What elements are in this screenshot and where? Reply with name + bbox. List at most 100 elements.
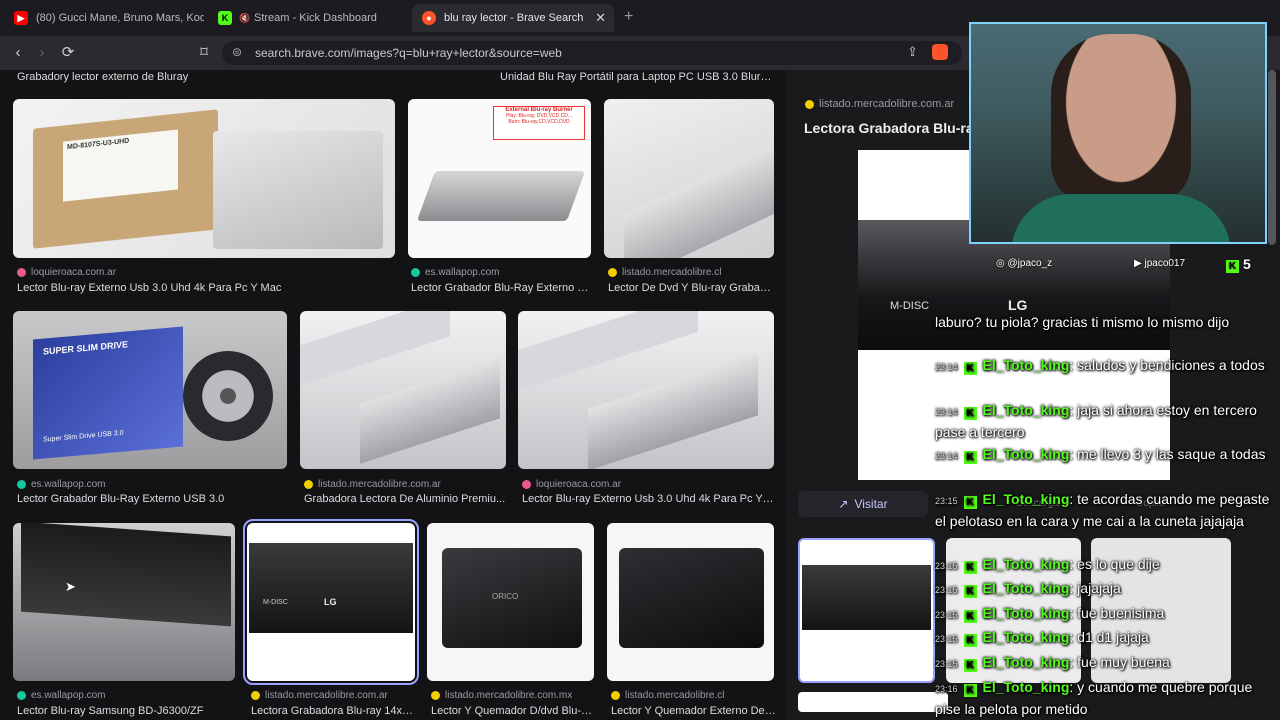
burner-label: External Blu-ray Burner Play: Blu-ray, D… <box>493 106 585 140</box>
close-tab-icon[interactable]: ✕ <box>595 10 606 26</box>
result-source: loquieroaca.com.ar <box>17 267 116 278</box>
new-tab-button[interactable]: + <box>624 8 633 26</box>
chat-message: 23:16 K El_Toto_king: y cuando me quebre p… <box>935 677 1280 719</box>
bookmark-icon[interactable]: ⌑ <box>195 44 213 62</box>
chat-text: : saludos y bendiciones a todos <box>1069 357 1265 373</box>
lg-logo-text: LG <box>324 597 337 607</box>
result-image[interactable] <box>604 99 774 258</box>
ig-handle-text: @jpaco_z <box>1007 258 1053 269</box>
streamer-face <box>1051 34 1191 204</box>
laptop-keys <box>518 311 698 391</box>
tab-label: blu ray lector - Brave Search <box>444 12 584 24</box>
result-image[interactable]: MD-8107S-U3-UHD <box>13 99 395 258</box>
image-results: Grabadory lector externo de Bluray Unida… <box>0 70 785 720</box>
chat-message: 23:15 K El_Toto_king: te acordas cuando me… <box>935 489 1280 531</box>
site-favicon-icon <box>805 99 814 109</box>
kick-icon: K <box>1226 260 1239 273</box>
mdisc-text: M-DISC <box>263 599 288 606</box>
site-favicon-icon <box>611 691 620 700</box>
chat-time: 23:15 <box>935 561 958 571</box>
lg-logo-text: LG <box>1008 297 1028 313</box>
chat-message: 23:15 K El_Toto_king: fue buenisima <box>935 603 1280 625</box>
drive-shape <box>588 353 758 469</box>
result-title[interactable]: Lector De Dvd Y Blu-ray Grabado... <box>608 282 776 294</box>
kick-icon: K <box>963 634 977 647</box>
chat-time: 23:15 <box>935 634 958 644</box>
result-title[interactable]: Unidad Blu Ray Portátil para Laptop PC U… <box>500 71 775 83</box>
panel-title: Lectora Grabadora Blu-ray <box>804 120 982 136</box>
result-source: listado.mercadolibre.com.ar <box>251 690 388 701</box>
result-title[interactable]: Lectora Grabadora Blu-ray 14x L... <box>251 705 415 717</box>
source-text: listado.mercadolibre.com.mx <box>445 690 573 701</box>
tab-kick[interactable]: K 🔇 Stream - Kick Dashboard <box>208 4 408 32</box>
chat-text: : fue buenisima <box>1069 605 1165 621</box>
result-title[interactable]: Lector Y Quemador D/dvd Blu-ra... <box>431 705 594 717</box>
result-source: listado.mercadolibre.cl <box>608 267 722 278</box>
tab-label: (80) Gucci Mane, Bruno Mars, Kodak <box>36 12 204 24</box>
chat-text: : es lo que dije <box>1069 556 1160 572</box>
chat-user: El_Toto_king <box>982 629 1070 645</box>
result-image[interactable] <box>518 311 774 469</box>
source-text: listado.mercadolibre.com.ar <box>265 690 388 701</box>
share-icon[interactable]: ⇪ <box>907 44 918 60</box>
result-image[interactable]: SUPER SLIM DRIVE Super Slim Drive USB 3.… <box>13 311 287 469</box>
player-shape <box>21 523 231 627</box>
chat-message: 23:14 K El_Toto_king: me llevo 3 y las saq… <box>935 444 1280 466</box>
lg-drive-shape <box>802 565 931 630</box>
result-source: loquieroaca.com.ar <box>522 479 621 490</box>
result-title[interactable]: Lector Y Quemador Externo De ... <box>611 705 776 717</box>
result-image[interactable] <box>607 523 774 681</box>
chat-time: 23:14 <box>935 451 958 461</box>
result-image[interactable]: ORICO <box>427 523 594 681</box>
laptop-keys <box>300 311 450 386</box>
forward-button[interactable]: › <box>33 44 51 62</box>
chat-user: El_Toto_king <box>982 654 1070 670</box>
mute-icon: 🔇 <box>239 12 251 23</box>
url-text: search.brave.com/images?q=blu+ray+lector… <box>255 46 562 60</box>
chat-user: El_Toto_king <box>982 491 1070 507</box>
kick-icon: K <box>963 362 977 375</box>
result-image-selected[interactable]: M-DISC LG <box>243 519 419 685</box>
result-image[interactable] <box>300 311 506 469</box>
source-text: es.wallapop.com <box>425 267 500 278</box>
site-favicon-icon <box>251 691 260 700</box>
chat-time: 23:15 <box>935 585 958 595</box>
drive-shape: ORICO <box>442 548 582 648</box>
thumbnail-selected[interactable] <box>798 538 935 683</box>
instagram-handle: ◎ @jpaco_z <box>996 258 1052 269</box>
source-text: listado.mercadolibre.cl <box>625 690 725 701</box>
tab-brave-search[interactable]: ● blu ray lector - Brave Search ✕ <box>412 4 614 32</box>
tab-youtube[interactable]: ▶ (80) Gucci Mane, Bruno Mars, Kodak <box>4 4 204 32</box>
result-image[interactable]: ➤ <box>13 523 235 681</box>
source-text: listado.mercadolibre.com.ar <box>318 479 441 490</box>
site-favicon-icon <box>304 480 313 489</box>
chat-time: 23:14 <box>935 362 958 372</box>
streamer-shirt <box>1011 194 1231 242</box>
kick-icon: K <box>963 610 977 623</box>
box-label: MD-8107S-U3-UHD <box>63 129 178 202</box>
address-bar[interactable]: ⊜ search.brave.com/images?q=blu+ray+lect… <box>222 41 962 65</box>
scrollbar-thumb[interactable] <box>1268 70 1276 245</box>
result-title[interactable]: Grabadory lector externo de Bluray <box>17 71 397 83</box>
chat-user: El_Toto_king <box>982 556 1070 572</box>
result-title[interactable]: Lector Blu-ray Samsung BD-J6300/ZF <box>17 705 235 717</box>
brave-icon: ● <box>422 11 436 25</box>
chat-user: El_Toto_king <box>982 580 1070 596</box>
result-image[interactable]: External Blu-ray Burner Play: Blu-ray, D… <box>408 99 591 258</box>
chat-text: : d1 d1 jajaja <box>1069 629 1149 645</box>
result-title[interactable]: Lector Grabador Blu-Ray Externo USB 3.0 <box>17 493 287 505</box>
result-title[interactable]: Lector Grabador Blu-Ray Externo U... <box>411 282 591 294</box>
tab-label: Stream - Kick Dashboard <box>254 12 377 24</box>
brave-shields-icon[interactable] <box>932 44 948 60</box>
back-button[interactable]: ‹ <box>9 44 27 62</box>
result-title[interactable]: Grabadora Lectora De Aluminio Premiu... <box>304 493 508 505</box>
thumbnail[interactable] <box>798 692 948 712</box>
visit-button[interactable]: ↗ Visitar <box>798 491 928 517</box>
chat-user: El_Toto_king <box>982 357 1070 373</box>
site-info-icon[interactable]: ⊜ <box>232 45 242 59</box>
result-title[interactable]: Lector Blu-ray Externo Usb 3.0 Uhd 4k Pa… <box>17 282 397 294</box>
source-text: es.wallapop.com <box>31 690 106 701</box>
product-box: SUPER SLIM DRIVE Super Slim Drive USB 3.… <box>33 326 183 460</box>
reload-button[interactable]: ⟳ <box>59 44 77 62</box>
result-title[interactable]: Lector Blu-ray Externo Usb 3.0 Uhd 4k Pa… <box>522 493 776 505</box>
